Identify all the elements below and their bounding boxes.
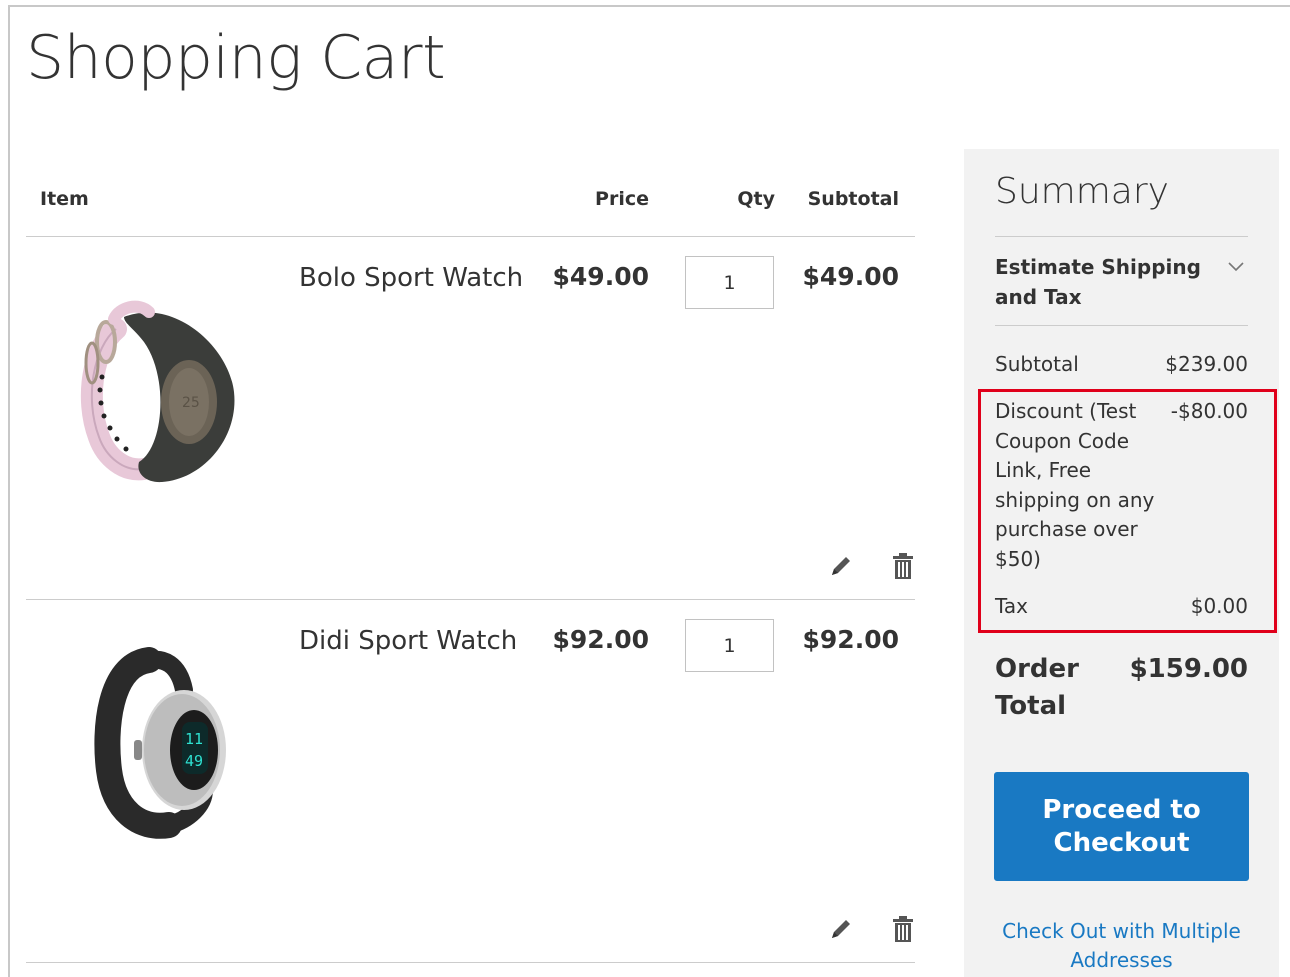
subtotal-row: Subtotal $239.00 <box>995 350 1248 379</box>
cart-item-row: 11 49 Didi Sport Watch $92.00 $92.00 <box>26 600 915 963</box>
item-subtotal: $49.00 <box>802 262 899 291</box>
item-price: $49.00 <box>552 262 649 291</box>
item-price: $92.00 <box>552 625 649 654</box>
subtotal-label: Subtotal <box>995 352 1079 376</box>
watch-silver-icon: 11 49 <box>94 647 226 839</box>
cart-item-row: 25 Bolo Sport Watch $49.00 $49.00 <box>26 237 915 600</box>
pencil-icon <box>832 920 850 938</box>
edit-item-button[interactable] <box>826 914 856 944</box>
edit-item-button[interactable] <box>826 551 856 581</box>
column-header-subtotal: Subtotal <box>807 188 899 210</box>
column-header-qty: Qty <box>737 188 775 210</box>
product-image-didi[interactable]: 11 49 <box>54 620 244 860</box>
discount-row: Discount (Test Coupon Code Link, Free sh… <box>995 397 1248 577</box>
column-header-item: Item <box>40 188 89 210</box>
tax-label: Tax <box>995 594 1028 618</box>
discount-label: Discount (Test Coupon Code Link, Free sh… <box>995 399 1155 571</box>
tax-value: $0.00 <box>1190 594 1248 618</box>
product-image-bolo[interactable]: 25 <box>54 257 244 497</box>
chevron-down-icon <box>1228 262 1244 272</box>
summary-title: Summary <box>995 171 1169 212</box>
page-title: Shopping Cart <box>26 23 446 93</box>
item-subtotal: $92.00 <box>802 625 899 654</box>
summary-divider <box>995 236 1248 237</box>
tax-row: Tax $0.00 <box>995 592 1248 621</box>
delete-item-button[interactable] <box>888 551 918 581</box>
multiple-addresses-link[interactable]: Check Out with Multiple Addresses <box>994 917 1249 975</box>
qty-input[interactable] <box>685 256 774 309</box>
trash-icon <box>893 553 913 579</box>
svg-text:25: 25 <box>182 395 200 411</box>
cart-summary: Summary Estimate Shipping and Tax Subtot… <box>964 149 1279 977</box>
discount-value: -$80.00 <box>1170 399 1248 423</box>
trash-icon <box>893 916 913 942</box>
order-total-label: Order Total <box>995 654 1079 721</box>
subtotal-value: $239.00 <box>1165 352 1248 376</box>
watch-pink-icon: 25 <box>80 300 235 483</box>
column-header-price: Price <box>595 188 649 210</box>
svg-text:11: 11 <box>185 730 203 748</box>
product-name-link[interactable]: Bolo Sport Watch <box>299 263 523 293</box>
delete-item-button[interactable] <box>888 914 918 944</box>
proceed-to-checkout-button[interactable]: Proceed to Checkout <box>994 772 1249 881</box>
summary-divider <box>995 325 1248 326</box>
qty-input[interactable] <box>685 619 774 672</box>
estimate-shipping-toggle[interactable]: Estimate Shipping and Tax <box>995 252 1248 322</box>
order-total-value: $159.00 <box>1129 654 1248 684</box>
svg-text:49: 49 <box>185 752 203 770</box>
estimate-shipping-label: Estimate Shipping and Tax <box>995 255 1201 309</box>
pencil-icon <box>832 557 850 575</box>
product-name-link[interactable]: Didi Sport Watch <box>299 626 517 656</box>
